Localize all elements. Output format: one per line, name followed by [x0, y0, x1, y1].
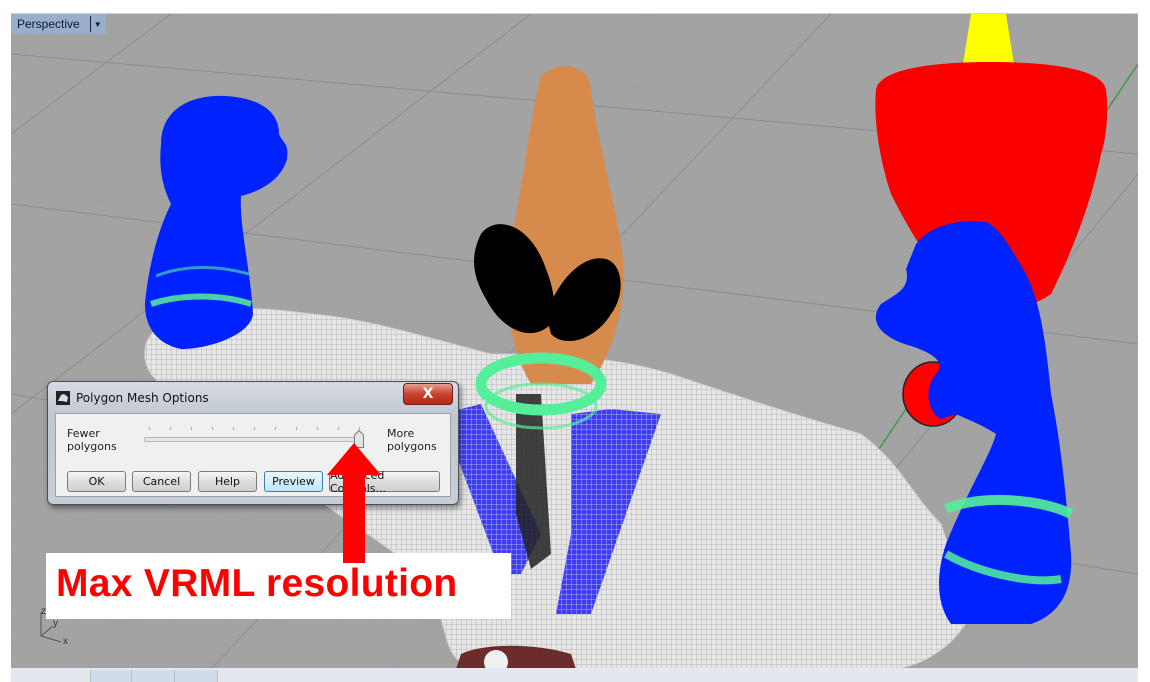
- fewer-label-line1: Fewer: [67, 427, 100, 440]
- slider-tick: [254, 427, 255, 430]
- slider-tick: [275, 427, 276, 430]
- annotation-callout: Max VRML resolution: [46, 553, 511, 619]
- dialog-body: Fewer polygons More polygons OK Cancel H…: [55, 413, 451, 497]
- separator: [89, 16, 91, 32]
- annotation-text: Max VRML resolution: [56, 562, 458, 605]
- viewport-title[interactable]: Perspective: [17, 17, 80, 31]
- slider-tick: [191, 427, 192, 430]
- strip-tab[interactable]: [174, 670, 217, 682]
- axis-label-x: x: [63, 636, 68, 647]
- red-arrow-annotation: [327, 443, 381, 563]
- slider-tick: [296, 427, 297, 430]
- more-polygons-label: More polygons: [387, 427, 437, 453]
- arrow-up-icon: [327, 443, 381, 563]
- axis-label-y: y: [53, 618, 58, 629]
- more-label-line1: More: [387, 427, 415, 440]
- help-button[interactable]: Help: [198, 471, 257, 492]
- cancel-button[interactable]: Cancel: [132, 471, 191, 492]
- slider-tick: [317, 427, 318, 430]
- dropdown-caret-icon[interactable]: ▼: [94, 20, 102, 29]
- dialog-titlebar[interactable]: Polygon Mesh Options: [56, 386, 209, 410]
- more-label-line2: polygons: [387, 440, 437, 453]
- status-strip: [11, 668, 1138, 682]
- dialog-title: Polygon Mesh Options: [76, 391, 209, 405]
- fewer-polygons-label: Fewer polygons: [67, 427, 117, 453]
- close-icon: X: [422, 386, 434, 402]
- strip-tab[interactable]: [131, 670, 174, 682]
- cup-top: [963, 14, 1014, 64]
- slider-tick: [170, 427, 171, 430]
- polygon-mesh-options-dialog: Polygon Mesh Options X Fewer polygons Mo…: [47, 381, 459, 505]
- preview-button[interactable]: Preview: [264, 471, 323, 492]
- rhino-app-icon: [56, 391, 70, 405]
- slider-tick: [212, 427, 213, 430]
- ok-button[interactable]: OK: [67, 471, 126, 492]
- fewer-label-line2: polygons: [67, 440, 117, 453]
- strip-tab[interactable]: [217, 670, 248, 682]
- slider-tick: [233, 427, 234, 430]
- slider-tick: [359, 427, 360, 430]
- slider-tick: [149, 427, 150, 430]
- slider-track[interactable]: [144, 437, 361, 442]
- strip-tab[interactable]: [90, 670, 131, 682]
- close-button[interactable]: X: [403, 383, 453, 405]
- viewport-title-tab[interactable]: Perspective ▼: [11, 14, 106, 34]
- slider-tick: [338, 427, 339, 430]
